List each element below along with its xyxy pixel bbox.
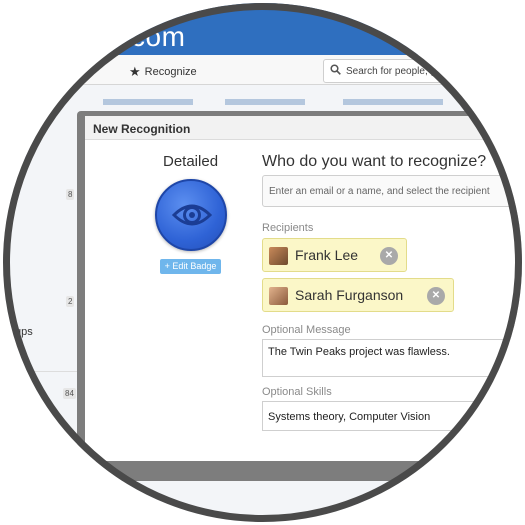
count-badge: 2: [66, 296, 75, 307]
message-field[interactable]: The Twin Peaks project was flawless.: [262, 339, 522, 377]
search-placeholder: Search for people, g: [346, 66, 437, 77]
close-icon: ✕: [431, 290, 441, 301]
badge-image[interactable]: [155, 179, 227, 251]
eye-icon: [172, 204, 212, 226]
modal-title-bar: New Recognition: [85, 116, 522, 140]
recipient-chip: Frank Lee ✕: [262, 238, 407, 272]
message-label: Optional Message: [262, 324, 351, 336]
divider: [3, 371, 83, 372]
edit-badge-button[interactable]: + Edit Badge: [160, 259, 221, 274]
new-recognition-modal: New Recognition Detailed + Edit Badge Wh…: [85, 116, 522, 461]
count-badge: 84: [63, 388, 76, 399]
logo-text: com: [131, 21, 186, 52]
count-badge: 8: [66, 189, 75, 200]
remove-recipient-button[interactable]: ✕: [427, 287, 445, 305]
background-link: [225, 99, 305, 105]
sidebar-text: ups: [15, 326, 33, 338]
recipient-name: Sarah Furganson: [295, 287, 404, 303]
skills-label: Optional Skills: [262, 386, 332, 398]
avatar: [269, 247, 288, 265]
app-header: com: [3, 3, 522, 55]
magnified-view: com ★ Recognize Search for people, g 8 2…: [3, 3, 522, 522]
recipient-name: Frank Lee: [295, 247, 359, 263]
recipients-label: Recipients: [262, 222, 314, 234]
search-input[interactable]: Search for people, g: [323, 59, 522, 83]
recognize-question: Who do you want to recognize?: [262, 153, 487, 170]
search-icon: [330, 64, 341, 78]
recognize-label: Recognize: [144, 66, 197, 78]
badge-name: Detailed: [163, 153, 219, 170]
background-link: [343, 99, 443, 105]
background-link: [103, 99, 193, 105]
recognize-button[interactable]: ★ Recognize: [129, 64, 197, 80]
recipient-search-input[interactable]: Enter an email or a name, and select the…: [262, 175, 522, 207]
skills-field[interactable]: Systems theory, Computer Vision: [262, 401, 522, 431]
star-icon: ★: [129, 64, 141, 79]
remove-recipient-button[interactable]: ✕: [380, 247, 398, 265]
modal-title: New Recognition: [93, 122, 191, 136]
avatar: [269, 287, 288, 305]
close-icon: ✕: [384, 250, 394, 261]
toolbar: ★ Recognize Search for people, g: [3, 55, 522, 85]
recipient-chip: Sarah Furganson ✕: [262, 278, 454, 312]
